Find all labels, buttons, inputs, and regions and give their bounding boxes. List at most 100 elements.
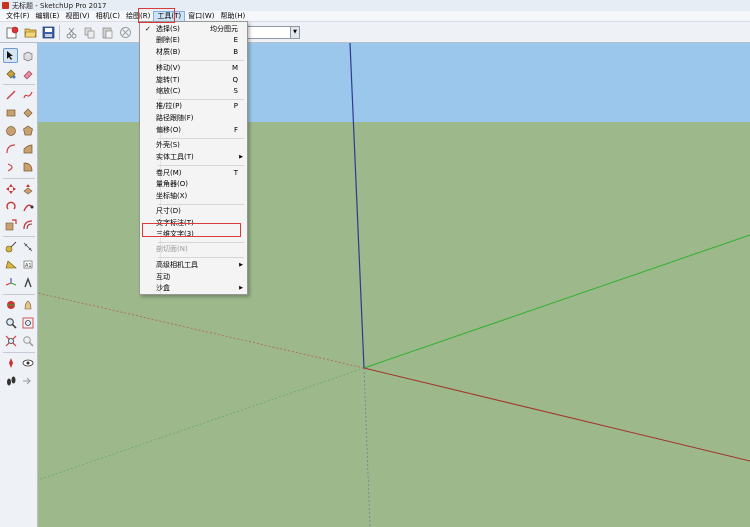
rotated-rectangle-icon[interactable]	[20, 105, 35, 120]
orbit-tool-icon[interactable]	[3, 297, 18, 312]
arc-tool-icon[interactable]	[3, 141, 18, 156]
menu-item-push-pull[interactable]: 推/拉(P) P	[140, 101, 247, 111]
menu-item-shortcut: S	[233, 87, 238, 95]
protractor-icon[interactable]	[3, 257, 18, 272]
left-tool-palette: A1	[0, 43, 38, 527]
menu-item-label: 尺寸(D)	[156, 207, 181, 215]
offset-tool-icon[interactable]	[20, 217, 35, 232]
zoom-window-icon[interactable]	[20, 315, 35, 330]
menu-item-label: 移动(V)	[156, 64, 181, 72]
menu-item-interact[interactable]: 互动	[140, 272, 247, 282]
menu-tools[interactable]: 工具(T)	[153, 10, 186, 22]
menu-item-move[interactable]: 移动(V) M	[140, 63, 247, 73]
menu-bar: 文件(F) 编辑(E) 视图(V) 相机(C) 绘图(R) 工具(T) 窗口(W…	[0, 10, 750, 22]
menu-item-dimension[interactable]: 尺寸(D)	[140, 206, 247, 216]
menu-item-label: 高级相机工具	[156, 261, 198, 269]
text-tool-icon[interactable]: A1	[20, 257, 35, 272]
menu-item-label: 量角器(O)	[156, 180, 188, 188]
menu-item-label: 偏移(O)	[156, 126, 181, 134]
menu-item-offset[interactable]: 偏移(O) F	[140, 125, 247, 135]
window-title: 无标题 - SketchUp Pro 2017	[12, 1, 107, 10]
menu-item-erase[interactable]: 删除(E) E	[140, 35, 247, 45]
push-pull-icon[interactable]	[20, 181, 35, 196]
menu-item-sandbox[interactable]: 沙盒 ▶	[140, 283, 247, 293]
follow-me-icon[interactable]	[20, 199, 35, 214]
menu-item-label: 实体工具(T)	[156, 153, 194, 161]
checkmark-icon: ✓	[145, 25, 151, 33]
line-tool-icon[interactable]	[3, 87, 18, 102]
menu-item-shortcut: T	[233, 169, 238, 177]
menu-item-label: 沙盒	[156, 284, 170, 292]
title-bar: 无标题 - SketchUp Pro 2017	[0, 0, 750, 11]
previous-view-icon[interactable]	[20, 333, 35, 348]
menu-item-advanced-camera[interactable]: 高级相机工具 ▶	[140, 260, 247, 270]
look-around-icon[interactable]	[20, 355, 35, 370]
new-file-icon[interactable]	[5, 25, 19, 39]
menu-item-label: 选择(S)	[156, 25, 180, 33]
zoom-tool-icon[interactable]	[3, 315, 18, 330]
move-tool-icon[interactable]	[3, 181, 18, 196]
save-icon[interactable]	[41, 25, 55, 39]
menu-item-shortcut: P	[233, 102, 238, 110]
menu-help[interactable]: 帮助(H)	[217, 11, 248, 22]
make-component-icon[interactable]	[20, 48, 35, 63]
menu-item-paint[interactable]: 材质(B) B	[140, 47, 247, 57]
tape-measure-icon[interactable]	[3, 239, 18, 254]
paint-bucket-icon[interactable]	[3, 66, 18, 81]
zoom-extents-icon[interactable]	[3, 333, 18, 348]
circle-tool-icon[interactable]	[3, 123, 18, 138]
menu-item-label: 旋转(T)	[156, 76, 180, 84]
select-tool-icon[interactable]	[3, 48, 18, 63]
menu-item-scale[interactable]: 缩放(C) S	[140, 86, 247, 96]
freehand-tool-icon[interactable]	[20, 87, 35, 102]
submenu-arrow-icon: ▶	[239, 262, 243, 268]
menu-item-outer-shell[interactable]: 外壳(S)	[140, 140, 247, 150]
menu-item-text[interactable]: 文字标注(T)	[140, 218, 247, 228]
menu-item-3d-text[interactable]: 三维文字(3)	[140, 229, 247, 239]
menu-item-shortcut: M	[231, 64, 238, 72]
erase-icon[interactable]	[118, 25, 132, 39]
menu-draw[interactable]: 绘图(R)	[123, 11, 153, 22]
menu-item-shortcut: 均分图元	[210, 25, 238, 33]
menu-item-axes[interactable]: 坐标轴(X)	[140, 191, 247, 201]
copy-icon[interactable]	[82, 25, 96, 39]
menu-view[interactable]: 视图(V)	[62, 11, 92, 22]
polygon-tool-icon[interactable]	[20, 123, 35, 138]
menu-edit[interactable]: 编辑(E)	[33, 11, 63, 22]
scale-tool-icon[interactable]	[3, 217, 18, 232]
paste-icon[interactable]	[100, 25, 114, 39]
menu-file[interactable]: 文件(F)	[3, 11, 33, 22]
menu-item-label: 删除(E)	[156, 36, 180, 44]
menu-item-protractor[interactable]: 量角器(O)	[140, 179, 247, 189]
3d-text-icon[interactable]	[20, 275, 35, 290]
menu-item-tape-measure[interactable]: 卷尺(M) T	[140, 168, 247, 178]
menu-item-label: 材质(B)	[156, 48, 181, 56]
sketchup-logo-icon	[2, 2, 9, 9]
menu-item-label: 坐标轴(X)	[156, 192, 188, 200]
menu-item-follow-me[interactable]: 路径跟随(F)	[140, 113, 247, 123]
chevron-down-icon[interactable]: ▼	[290, 27, 299, 38]
eraser-icon[interactable]	[20, 66, 35, 81]
open-folder-icon[interactable]	[23, 25, 37, 39]
rotate-tool-icon[interactable]	[3, 199, 18, 214]
two-point-arc-icon[interactable]	[20, 141, 35, 156]
menu-item-label: 互动	[156, 273, 170, 281]
menu-item-label: 三维文字(3)	[156, 230, 194, 238]
menu-item-shortcut: Q	[232, 76, 238, 84]
pan-tool-icon[interactable]	[20, 297, 35, 312]
axes-tool-icon[interactable]	[3, 275, 18, 290]
menu-item-select[interactable]: ✓ 选择(S) 均分图元	[140, 24, 247, 34]
menu-item-rotate[interactable]: 旋转(T) Q	[140, 75, 247, 85]
section-plane-icon[interactable]	[20, 373, 35, 388]
menu-item-solid-tools[interactable]: 实体工具(T) ▶	[140, 152, 247, 162]
position-camera-icon[interactable]	[3, 355, 18, 370]
menu-camera[interactable]: 相机(C)	[93, 11, 123, 22]
menu-window[interactable]: 窗口(W)	[185, 11, 217, 22]
walk-tool-icon[interactable]	[3, 373, 18, 388]
three-point-arc-icon[interactable]	[3, 159, 18, 174]
cut-icon[interactable]	[64, 25, 78, 39]
dimension-tool-icon[interactable]	[20, 239, 35, 254]
menu-item-shortcut: B	[233, 48, 238, 56]
pie-tool-icon[interactable]	[20, 159, 35, 174]
rectangle-tool-icon[interactable]	[3, 105, 18, 120]
